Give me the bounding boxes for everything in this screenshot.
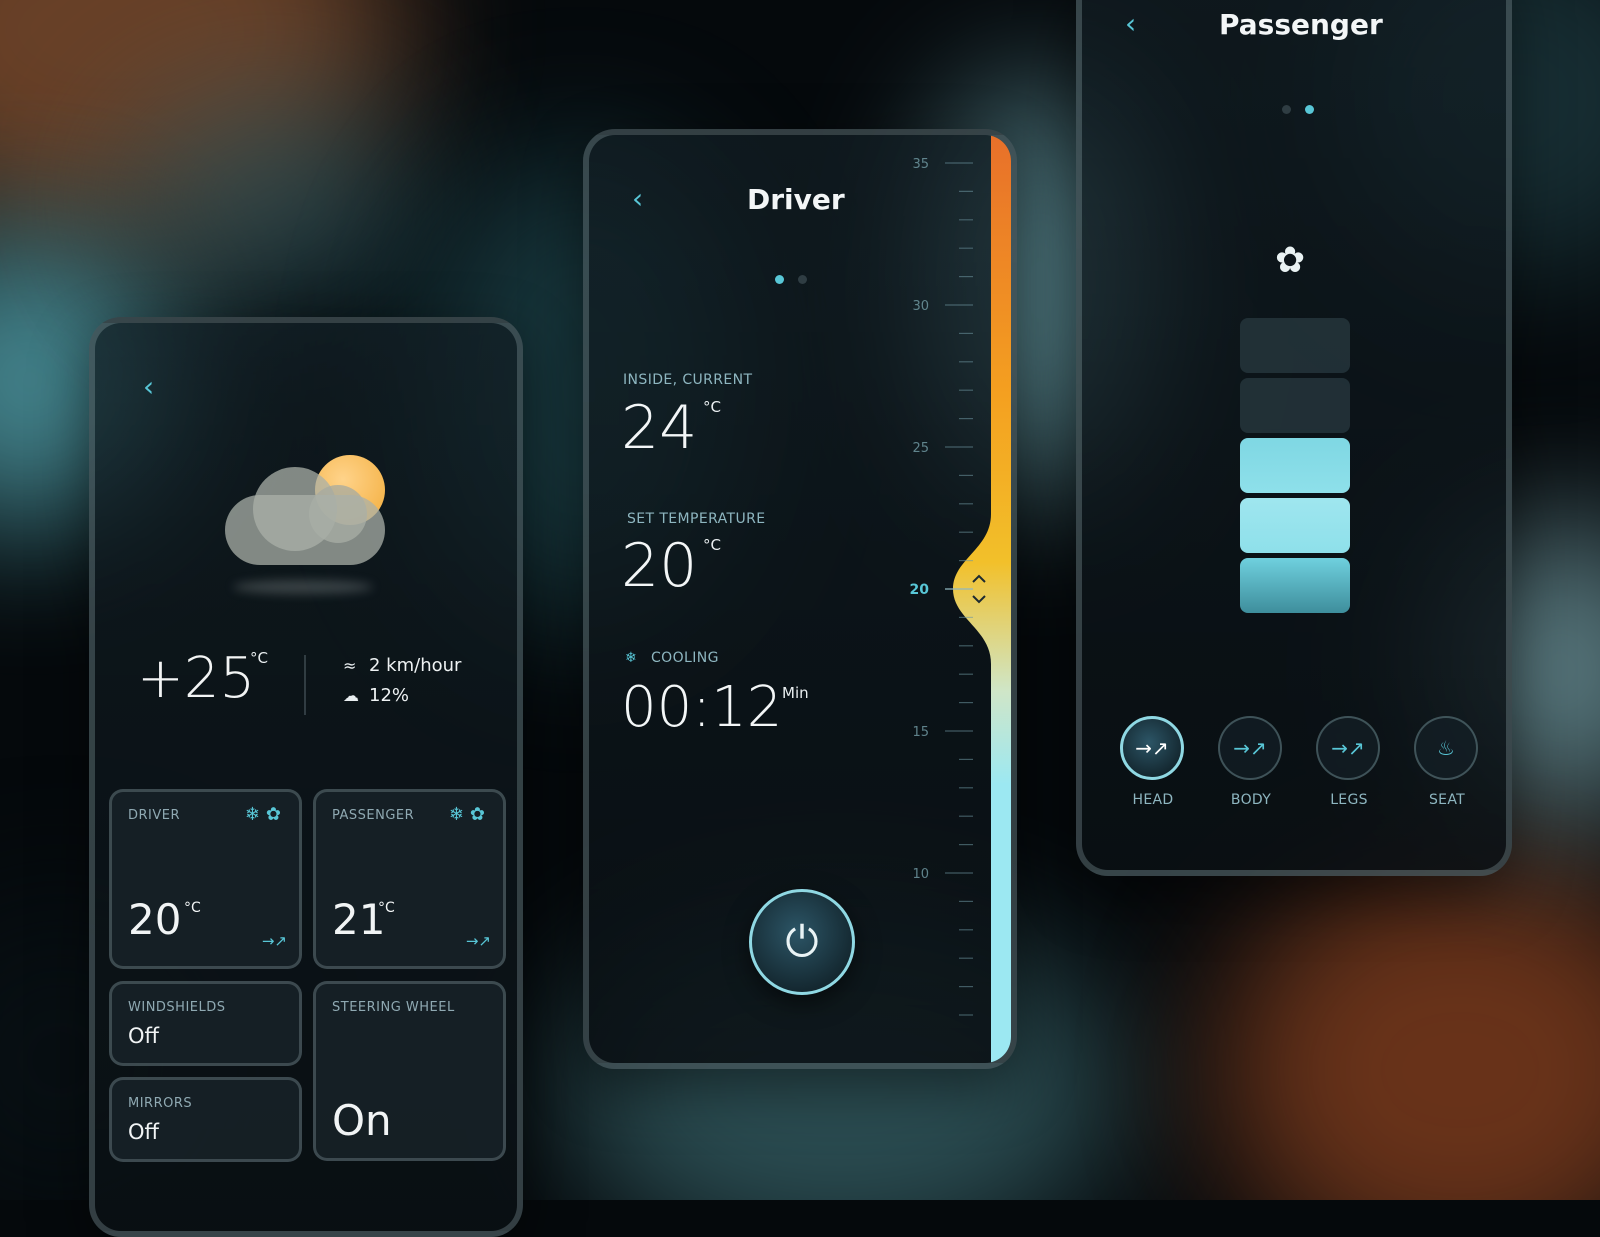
mode-body[interactable]: →↗ BODY <box>1218 716 1284 808</box>
page-dot-1[interactable] <box>775 275 784 284</box>
body-airflow-icon: →↗ <box>1218 716 1282 780</box>
page-dot-2[interactable] <box>1305 105 1314 114</box>
driver-tile-temp: 20 <box>128 895 182 944</box>
mirrors-tile[interactable]: MIRRORS Off <box>109 1077 302 1162</box>
snowflake-icon: ❄ <box>625 650 638 666</box>
precipitation-value: 12% <box>369 685 410 706</box>
inside-current-value: 24 <box>621 393 698 463</box>
scale-label: 10 <box>912 867 929 882</box>
scale-label: 35 <box>912 157 929 172</box>
driver-panel: 35 30 25 20 15 10 ‹ Driver INSIDE, CURRENT 24… <box>583 129 1017 1069</box>
fan-level-3[interactable] <box>1240 438 1350 493</box>
fan-icon: ✿ <box>265 804 287 825</box>
passenger-panel: ‹ Passenger ✿ →↗ HEAD →↗ BODY →↗ LEGS ♨ … <box>1076 0 1512 876</box>
outside-temperature: +25 <box>137 646 256 711</box>
precipitation-row: ☁ 12% <box>343 685 409 706</box>
mode-seat[interactable]: ♨ SEAT <box>1414 716 1480 808</box>
panel-title: Driver <box>747 183 845 216</box>
steering-wheel-tile[interactable]: STEERING WHEEL On <box>313 981 506 1161</box>
chevron-left-icon[interactable]: ‹ <box>143 373 154 401</box>
snowflake-icon: ❄ <box>448 804 470 825</box>
mirrors-label: MIRRORS <box>128 1096 193 1111</box>
wind-icon: ≈ <box>343 656 357 675</box>
page-dot-1[interactable] <box>1282 105 1291 114</box>
windshields-label: WINDSHIELDS <box>128 1000 226 1015</box>
inside-current-unit: °C <box>703 398 721 416</box>
fan-icon: ✿ <box>1275 240 1306 281</box>
passenger-tile-unit: °C <box>378 900 395 916</box>
power-button[interactable]: ⏻ <box>749 889 855 995</box>
cooling-label: COOLING <box>651 650 719 666</box>
fan-level-5[interactable] <box>1240 318 1350 373</box>
wind-row: ≈2 km/hour <box>343 655 461 676</box>
weather-panel: ‹ +25 °C ≈2 km/hour ☁ 12% DRIVER ❄✿ 20 °C… <box>89 317 523 1237</box>
mirrors-value: Off <box>128 1120 159 1144</box>
divider <box>304 655 306 715</box>
scale-label: 15 <box>912 725 929 740</box>
mode-body-label: BODY <box>1230 792 1272 808</box>
driver-tile[interactable]: DRIVER ❄✿ 20 °C →↗ <box>109 789 302 969</box>
scale-label: 20 <box>910 582 930 598</box>
snowflake-icon: ❄ <box>244 804 266 825</box>
fan-level-1[interactable] <box>1240 558 1350 613</box>
mode-legs-label: LEGS <box>1330 792 1368 808</box>
mode-seat-label: SEAT <box>1429 792 1465 808</box>
page-indicator[interactable] <box>775 275 807 284</box>
mode-head-label: HEAD <box>1132 792 1174 808</box>
set-temperature-unit: °C <box>703 536 721 554</box>
page-dot-2[interactable] <box>798 275 807 284</box>
steering-wheel-value: On <box>332 1096 392 1145</box>
chevron-left-icon[interactable]: ‹ <box>632 185 643 213</box>
page-indicator[interactable] <box>1282 105 1314 114</box>
fan-level-2[interactable] <box>1240 498 1350 553</box>
fan-icon: ✿ <box>469 804 491 825</box>
rain-cloud-icon: ☁ <box>343 686 359 705</box>
power-icon: ⏻ <box>785 917 819 966</box>
windshields-value: Off <box>128 1024 159 1048</box>
passenger-tile[interactable]: PASSENGER ❄✿ 21 °C →↗ <box>313 789 506 969</box>
legs-airflow-icon: →↗ <box>1316 716 1380 780</box>
wind-speed: 2 km/hour <box>369 655 462 676</box>
cooling-timer: 00:12 <box>621 675 783 740</box>
chevron-left-icon[interactable]: ‹ <box>1125 10 1136 38</box>
scale-label: 30 <box>912 299 929 314</box>
windshields-tile[interactable]: WINDSHIELDS Off <box>109 981 302 1066</box>
set-temperature-value: 20 <box>621 531 698 601</box>
seat-airflow-icon: →↗ <box>465 932 491 950</box>
temperature-unit: °C <box>250 649 268 667</box>
seat-heating-icon: ♨ <box>1414 716 1478 780</box>
passenger-tile-label: PASSENGER <box>332 808 415 823</box>
mode-legs[interactable]: →↗ LEGS <box>1316 716 1382 808</box>
driver-tile-label: DRIVER <box>128 808 181 823</box>
fan-level-4[interactable] <box>1240 378 1350 433</box>
driver-tile-unit: °C <box>184 900 201 916</box>
panel-title: Passenger <box>1219 8 1383 41</box>
mode-head[interactable]: →↗ HEAD <box>1120 716 1186 808</box>
set-temperature-label: SET TEMPERATURE <box>627 511 766 527</box>
partly-cloudy-icon <box>225 455 395 605</box>
steering-wheel-label: STEERING WHEEL <box>332 1000 455 1015</box>
seat-airflow-icon: →↗ <box>261 932 287 950</box>
inside-current-label: INSIDE, CURRENT <box>623 372 753 388</box>
timer-unit: Min <box>782 684 809 702</box>
scale-label: 25 <box>912 441 929 456</box>
head-airflow-icon: →↗ <box>1120 716 1184 780</box>
